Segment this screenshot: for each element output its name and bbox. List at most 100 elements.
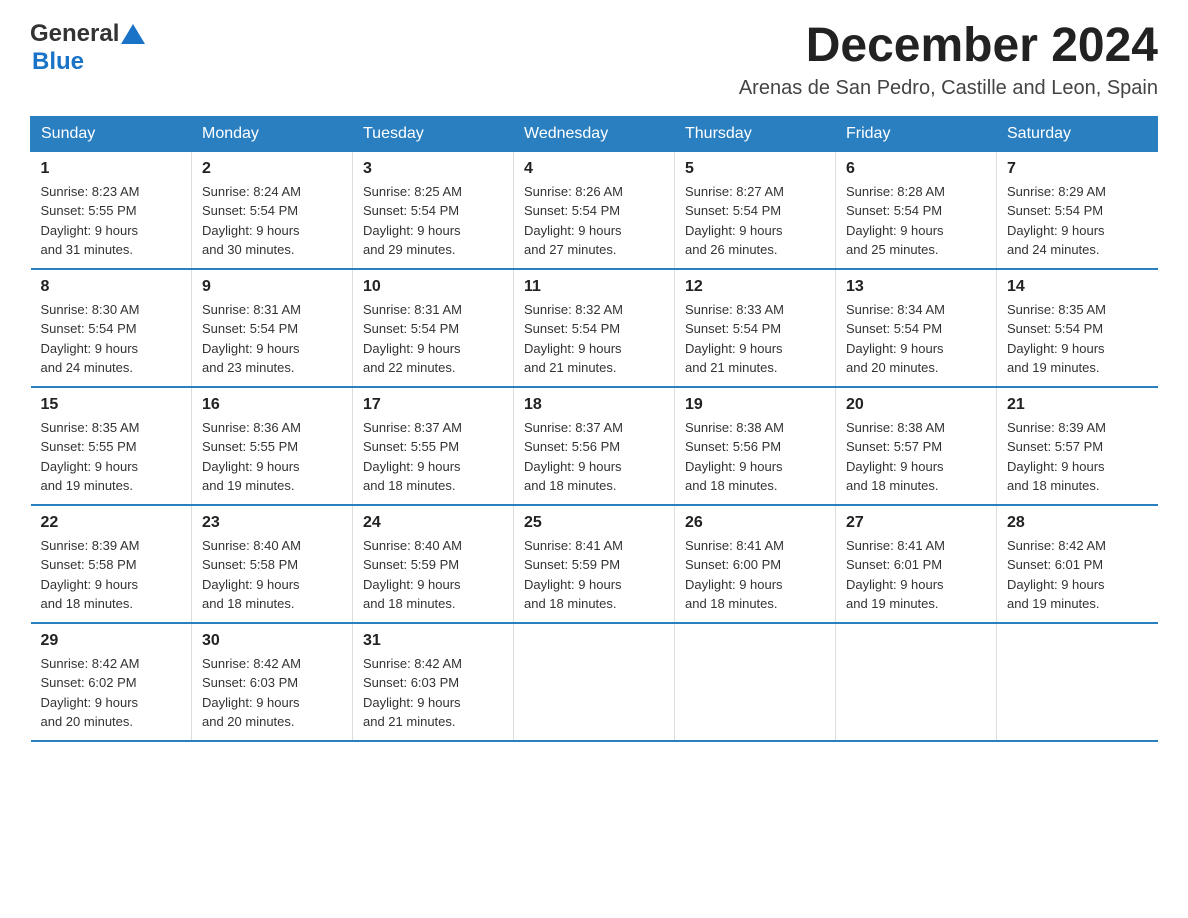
- calendar-cell: 12 Sunrise: 8:33 AMSunset: 5:54 PMDayligh…: [675, 269, 836, 387]
- calendar-cell: 31 Sunrise: 8:42 AMSunset: 6:03 PMDayligh…: [353, 623, 514, 741]
- calendar-cell: 9 Sunrise: 8:31 AMSunset: 5:54 PMDaylight…: [192, 269, 353, 387]
- calendar-cell: 24 Sunrise: 8:40 AMSunset: 5:59 PMDayligh…: [353, 505, 514, 623]
- calendar-cell: 10Sunrise: 8:31 AMSunset: 5:54 PMDayligh…: [353, 269, 514, 387]
- day-info: Sunrise: 8:41 AMSunset: 5:59 PMDaylight:…: [524, 536, 664, 614]
- week-row-5: 29Sunrise: 8:42 AMSunset: 6:02 PMDayligh…: [31, 623, 1158, 741]
- day-number: 25: [524, 514, 664, 532]
- calendar-cell: 3 Sunrise: 8:25 AMSunset: 5:54 PMDaylight…: [353, 151, 514, 269]
- header-saturday: Saturday: [997, 116, 1158, 151]
- calendar-cell: 27Sunrise: 8:41 AMSunset: 6:01 PMDayligh…: [836, 505, 997, 623]
- day-number: 28: [1007, 514, 1148, 532]
- calendar-header: SundayMondayTuesdayWednesdayThursdayFrid…: [31, 116, 1158, 151]
- calendar-cell: 29Sunrise: 8:42 AMSunset: 6:02 PMDayligh…: [31, 623, 192, 741]
- day-info: Sunrise: 8:42 AMSunset: 6:01 PMDaylight:…: [1007, 536, 1148, 614]
- day-number: 15: [41, 396, 182, 414]
- calendar-cell: 20Sunrise: 8:38 AMSunset: 5:57 PMDayligh…: [836, 387, 997, 505]
- calendar-cell: 8 Sunrise: 8:30 AMSunset: 5:54 PMDaylight…: [31, 269, 192, 387]
- day-info: Sunrise: 8:25 AMSunset: 5:54 PMDaylight:…: [363, 182, 503, 260]
- calendar-cell: 26 Sunrise: 8:41 AMSunset: 6:00 PMDayligh…: [675, 505, 836, 623]
- main-title: December 2024: [739, 20, 1158, 73]
- day-info: Sunrise: 8:36 AMSunset: 5:55 PMDaylight:…: [202, 418, 342, 496]
- day-info: Sunrise: 8:42 AMSunset: 6:02 PMDaylight:…: [41, 654, 182, 732]
- day-number: 17: [363, 396, 503, 414]
- title-area: December 2024 Arenas de San Pedro, Casti…: [739, 20, 1158, 100]
- day-number: 4: [524, 160, 664, 178]
- day-info: Sunrise: 8:42 AMSunset: 6:03 PMDaylight:…: [363, 654, 503, 732]
- day-info: Sunrise: 8:39 AMSunset: 5:57 PMDaylight:…: [1007, 418, 1148, 496]
- calendar-cell: 21 Sunrise: 8:39 AMSunset: 5:57 PMDayligh…: [997, 387, 1158, 505]
- header-tuesday: Tuesday: [353, 116, 514, 151]
- week-row-2: 8 Sunrise: 8:30 AMSunset: 5:54 PMDaylight…: [31, 269, 1158, 387]
- day-number: 31: [363, 632, 503, 650]
- calendar-cell: 22 Sunrise: 8:39 AMSunset: 5:58 PMDayligh…: [31, 505, 192, 623]
- day-info: Sunrise: 8:33 AMSunset: 5:54 PMDaylight:…: [685, 300, 825, 378]
- header-sunday: Sunday: [31, 116, 192, 151]
- calendar-cell: 1 Sunrise: 8:23 AMSunset: 5:55 PMDaylight…: [31, 151, 192, 269]
- header-thursday: Thursday: [675, 116, 836, 151]
- day-info: Sunrise: 8:40 AMSunset: 5:58 PMDaylight:…: [202, 536, 342, 614]
- day-number: 9: [202, 278, 342, 296]
- day-number: 16: [202, 396, 342, 414]
- calendar-cell: 25 Sunrise: 8:41 AMSunset: 5:59 PMDayligh…: [514, 505, 675, 623]
- calendar-cell: 5Sunrise: 8:27 AMSunset: 5:54 PMDaylight…: [675, 151, 836, 269]
- day-info: Sunrise: 8:34 AMSunset: 5:54 PMDaylight:…: [846, 300, 986, 378]
- calendar-cell: 30 Sunrise: 8:42 AMSunset: 6:03 PMDayligh…: [192, 623, 353, 741]
- subtitle: Arenas de San Pedro, Castille and Leon, …: [739, 77, 1158, 100]
- calendar-cell: 11 Sunrise: 8:32 AMSunset: 5:54 PMDayligh…: [514, 269, 675, 387]
- day-number: 21: [1007, 396, 1148, 414]
- day-number: 8: [41, 278, 182, 296]
- calendar-cell: 4Sunrise: 8:26 AMSunset: 5:54 PMDaylight…: [514, 151, 675, 269]
- day-number: 1: [41, 160, 182, 178]
- day-info: Sunrise: 8:35 AMSunset: 5:54 PMDaylight:…: [1007, 300, 1148, 378]
- day-info: Sunrise: 8:42 AMSunset: 6:03 PMDaylight:…: [202, 654, 342, 732]
- day-info: Sunrise: 8:23 AMSunset: 5:55 PMDaylight:…: [41, 182, 182, 260]
- day-number: 19: [685, 396, 825, 414]
- day-info: Sunrise: 8:37 AMSunset: 5:56 PMDaylight:…: [524, 418, 664, 496]
- logo-general-text: General: [30, 20, 119, 48]
- day-info: Sunrise: 8:27 AMSunset: 5:54 PMDaylight:…: [685, 182, 825, 260]
- day-info: Sunrise: 8:41 AMSunset: 6:00 PMDaylight:…: [685, 536, 825, 614]
- calendar-table: SundayMondayTuesdayWednesdayThursdayFrid…: [30, 116, 1158, 742]
- logo-blue-text: Blue: [32, 48, 84, 76]
- day-number: 12: [685, 278, 825, 296]
- day-number: 10: [363, 278, 503, 296]
- calendar-cell: 6Sunrise: 8:28 AMSunset: 5:54 PMDaylight…: [836, 151, 997, 269]
- day-number: 22: [41, 514, 182, 532]
- day-info: Sunrise: 8:30 AMSunset: 5:54 PMDaylight:…: [41, 300, 182, 378]
- header-row: SundayMondayTuesdayWednesdayThursdayFrid…: [31, 116, 1158, 151]
- header-friday: Friday: [836, 116, 997, 151]
- calendar-cell: 19 Sunrise: 8:38 AMSunset: 5:56 PMDayligh…: [675, 387, 836, 505]
- calendar-cell: 18 Sunrise: 8:37 AMSunset: 5:56 PMDayligh…: [514, 387, 675, 505]
- day-info: Sunrise: 8:38 AMSunset: 5:56 PMDaylight:…: [685, 418, 825, 496]
- day-number: 2: [202, 160, 342, 178]
- logo-triangle-icon: [121, 24, 145, 44]
- day-number: 3: [363, 160, 503, 178]
- day-number: 18: [524, 396, 664, 414]
- day-number: 11: [524, 278, 664, 296]
- day-number: 24: [363, 514, 503, 532]
- day-info: Sunrise: 8:32 AMSunset: 5:54 PMDaylight:…: [524, 300, 664, 378]
- day-info: Sunrise: 8:29 AMSunset: 5:54 PMDaylight:…: [1007, 182, 1148, 260]
- week-row-4: 22 Sunrise: 8:39 AMSunset: 5:58 PMDayligh…: [31, 505, 1158, 623]
- day-number: 30: [202, 632, 342, 650]
- calendar-cell: 7Sunrise: 8:29 AMSunset: 5:54 PMDaylight…: [997, 151, 1158, 269]
- day-number: 23: [202, 514, 342, 532]
- day-info: Sunrise: 8:35 AMSunset: 5:55 PMDaylight:…: [41, 418, 182, 496]
- day-number: 14: [1007, 278, 1148, 296]
- calendar-cell: [675, 623, 836, 741]
- calendar-cell: [514, 623, 675, 741]
- calendar-cell: 15 Sunrise: 8:35 AMSunset: 5:55 PMDayligh…: [31, 387, 192, 505]
- day-info: Sunrise: 8:31 AMSunset: 5:54 PMDaylight:…: [202, 300, 342, 378]
- week-row-3: 15 Sunrise: 8:35 AMSunset: 5:55 PMDayligh…: [31, 387, 1158, 505]
- day-info: Sunrise: 8:40 AMSunset: 5:59 PMDaylight:…: [363, 536, 503, 614]
- calendar-cell: 2Sunrise: 8:24 AMSunset: 5:54 PMDaylight…: [192, 151, 353, 269]
- day-number: 26: [685, 514, 825, 532]
- calendar-cell: 13Sunrise: 8:34 AMSunset: 5:54 PMDayligh…: [836, 269, 997, 387]
- page-header: General Blue December 2024 Arenas de San…: [30, 20, 1158, 100]
- day-number: 6: [846, 160, 986, 178]
- day-info: Sunrise: 8:39 AMSunset: 5:58 PMDaylight:…: [41, 536, 182, 614]
- calendar-cell: 16 Sunrise: 8:36 AMSunset: 5:55 PMDayligh…: [192, 387, 353, 505]
- logo: General Blue: [30, 20, 145, 76]
- calendar-body: 1 Sunrise: 8:23 AMSunset: 5:55 PMDaylight…: [31, 151, 1158, 741]
- calendar-cell: [836, 623, 997, 741]
